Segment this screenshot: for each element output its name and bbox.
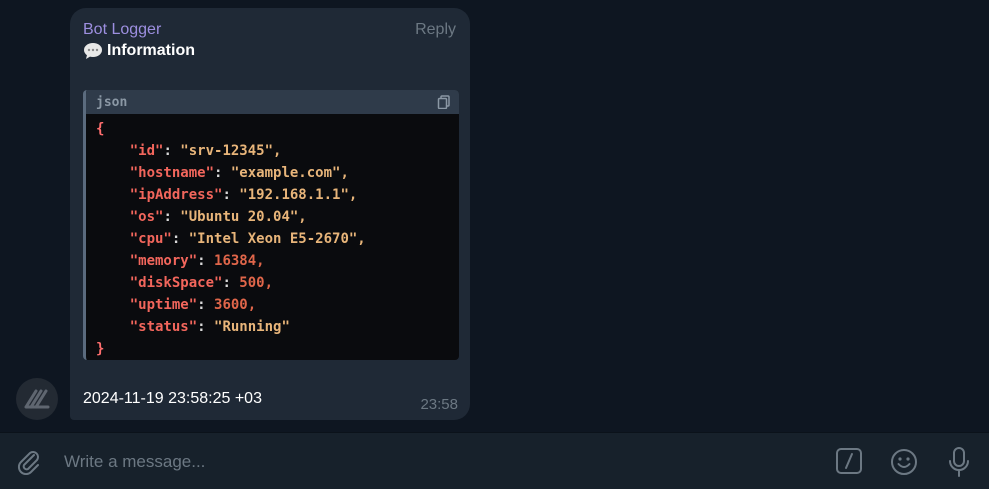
- code-line: "memory": 16384,: [129, 253, 265, 269]
- message-title: Information: [83, 42, 195, 60]
- message-footer-text: 2024-11-19 23:58:25 +03: [83, 390, 262, 407]
- code-language-label: json: [96, 94, 128, 110]
- sender-name[interactable]: Bot Logger: [83, 21, 161, 39]
- message-title-text: Information: [107, 42, 195, 59]
- code-line: }: [96, 341, 105, 357]
- chat-area: Bot Logger Reply Information json { "id"…: [0, 0, 989, 432]
- code-line: "status": "Running": [129, 319, 290, 335]
- speech-bubble-icon: [84, 43, 102, 59]
- code-block: json { "id": "srv-12345", "hostname": "e…: [83, 90, 459, 360]
- code-line: "id": "srv-12345",: [129, 143, 282, 159]
- copy-icon[interactable]: [437, 95, 451, 109]
- code-block-header: json: [86, 90, 459, 114]
- slash-command-icon[interactable]: [835, 447, 863, 475]
- code-line: "uptime": 3600,: [129, 297, 257, 313]
- code-line: "cpu": "Intel Xeon E5-2670",: [129, 231, 366, 247]
- bot-avatar-icon: [24, 389, 50, 409]
- message-time: 23:58: [420, 396, 458, 413]
- microphone-icon[interactable]: [946, 446, 972, 478]
- paperclip-icon[interactable]: [14, 447, 42, 475]
- code-line: "diskSpace": 500,: [129, 275, 274, 291]
- message-composer: [0, 432, 989, 489]
- smiley-icon[interactable]: [889, 447, 919, 477]
- code-line: "hostname": "example.com",: [129, 165, 349, 181]
- message-bubble: Bot Logger Reply Information json { "id"…: [70, 8, 470, 420]
- code-line: {: [96, 121, 105, 137]
- message-input[interactable]: [62, 449, 806, 475]
- bot-avatar[interactable]: [16, 378, 58, 420]
- code-content[interactable]: { "id": "srv-12345", "hostname": "exampl…: [86, 114, 459, 360]
- reply-button[interactable]: Reply: [415, 21, 456, 39]
- code-line: "ipAddress": "192.168.1.1",: [129, 187, 358, 203]
- code-line: "os": "Ubuntu 20.04",: [129, 209, 307, 225]
